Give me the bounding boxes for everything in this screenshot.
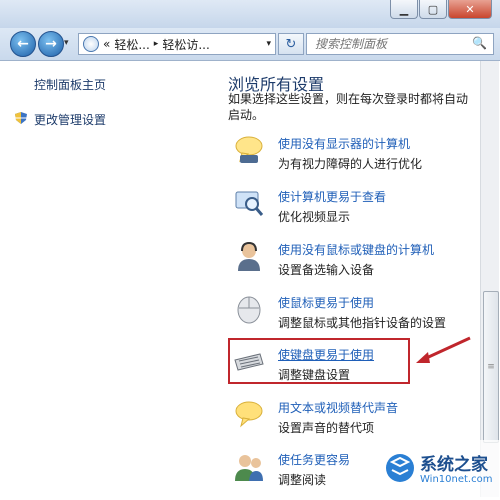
shield-icon <box>14 111 28 125</box>
setting-title[interactable]: 使鼠标更易于使用 <box>278 294 374 311</box>
setting-title[interactable]: 使用没有显示器的计算机 <box>278 135 410 152</box>
setting-item-mouse[interactable]: 使鼠标更易于使用 调整鼠标或其他指针设备的设置 <box>228 294 478 334</box>
refresh-button[interactable]: ↻ <box>278 33 304 55</box>
watermark-url: Win10net.com <box>420 474 493 485</box>
recent-pages-dropdown[interactable]: ▾ <box>64 38 69 48</box>
sidebar-item-home[interactable]: 控制面板主页 <box>34 76 106 93</box>
chat-bubble-icon <box>234 399 264 429</box>
setting-title[interactable]: 使任务更容易 <box>278 451 350 468</box>
navigation-bar: ← → ▾ « 轻松... ▸ 轻松访... ▾ ↻ 🔍 <box>0 28 500 61</box>
setting-subtitle: 优化视频显示 <box>278 210 351 224</box>
vertical-scrollbar[interactable]: ≡ <box>480 61 499 497</box>
page-description: 如果选择这些设置，则在每次登录时都将自动启动。 <box>228 92 469 122</box>
search-input[interactable] <box>307 36 467 52</box>
breadcrumb-item-2[interactable]: 轻松访... <box>162 36 209 53</box>
setting-item-sound-alternatives[interactable]: 用文本或视频替代声音 设置声音的替代项 <box>228 399 478 439</box>
minimize-button[interactable]: ▁ <box>390 0 418 19</box>
setting-title[interactable]: 使用没有鼠标或键盘的计算机 <box>278 241 434 258</box>
watermark: 系统之家 Win10net.com <box>382 440 500 497</box>
control-panel-icon <box>83 36 99 52</box>
annotation-arrow <box>416 336 471 363</box>
setting-subtitle: 调整阅读 <box>278 473 327 487</box>
address-dropdown-icon[interactable]: ▾ <box>266 39 271 49</box>
title-bar: ▁ ▢ ✕ <box>0 0 500 30</box>
user-headset-icon <box>234 241 264 271</box>
search-icon[interactable]: 🔍 <box>472 36 487 50</box>
setting-subtitle: 调整鼠标或其他指针设备的设置 <box>278 316 447 330</box>
setting-title[interactable]: 用文本或视频替代声音 <box>278 399 398 416</box>
watermark-brand: 系统之家 <box>420 455 488 475</box>
address-prefix: « <box>103 37 111 51</box>
maximize-button[interactable]: ▢ <box>419 0 447 19</box>
window-controls: ▁ ▢ ✕ <box>390 0 492 19</box>
annotation-highlight-box <box>228 338 410 384</box>
mouse-icon <box>234 294 264 324</box>
close-button[interactable]: ✕ <box>448 0 492 19</box>
setting-title[interactable]: 使计算机更易于查看 <box>278 188 386 205</box>
address-bar[interactable]: « 轻松... ▸ 轻松访... ▾ <box>78 33 276 55</box>
breadcrumb-item-1[interactable]: 轻松... <box>114 36 149 53</box>
forward-button[interactable]: → <box>38 31 64 57</box>
sidebar-item-admin-settings[interactable]: 更改管理设置 <box>34 111 106 128</box>
setting-subtitle: 为有视力障碍的人进行优化 <box>278 157 423 171</box>
setting-subtitle: 设置备选输入设备 <box>278 263 375 277</box>
speech-bubble-icon <box>234 135 264 165</box>
setting-item-easier-to-see[interactable]: 使计算机更易于查看 优化视频显示 <box>228 188 478 228</box>
back-button[interactable]: ← <box>10 31 36 57</box>
search-box[interactable]: 🔍 <box>306 33 494 55</box>
setting-subtitle: 设置声音的替代项 <box>278 421 375 435</box>
sidebar: 控制面板主页 更改管理设置 <box>0 61 205 497</box>
setting-item-no-display[interactable]: 使用没有显示器的计算机 为有视力障碍的人进行优化 <box>228 135 478 175</box>
user-group-icon <box>234 451 264 481</box>
magnifier-monitor-icon <box>234 188 264 218</box>
setting-item-no-mouse-keyboard[interactable]: 使用没有鼠标或键盘的计算机 设置备选输入设备 <box>228 241 478 281</box>
breadcrumb-separator[interactable]: ▸ <box>154 39 159 49</box>
